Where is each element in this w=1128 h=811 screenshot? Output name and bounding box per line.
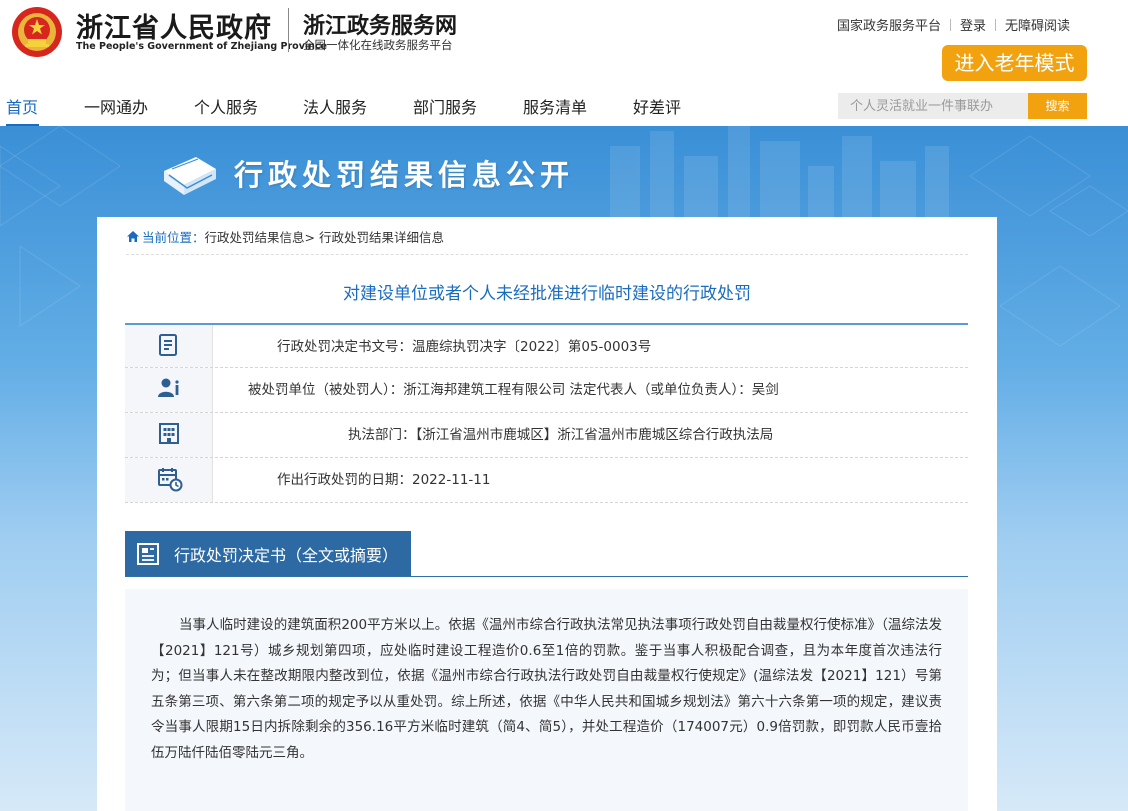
divider bbox=[949, 18, 951, 31]
info-table: 行政处罚决定书文号：温鹿综执罚决字〔2022〕第05-0003号 被处罚单位（被… bbox=[125, 323, 968, 503]
breadcrumb-path[interactable]: 行政处罚结果信息> 行政处罚结果详细信息 bbox=[205, 227, 444, 246]
gov-title: 浙江省人民政府 bbox=[76, 13, 272, 44]
document-section-header: 行政处罚决定书（全文或摘要） bbox=[125, 531, 968, 577]
divider bbox=[126, 254, 968, 255]
punished-party: 被处罚单位（被处罚人）：浙江海邦建筑工程有限公司 法定代表人（或单位负责人）：吴… bbox=[248, 382, 779, 398]
content-card: 当前位置： 行政处罚结果信息> 行政处罚结果详细信息 对建设单位或者个人未经批准… bbox=[97, 217, 997, 811]
nav-item-personal[interactable]: 个人服务 bbox=[194, 94, 258, 118]
accessibility-link[interactable]: 无障碍阅读 bbox=[1005, 15, 1070, 34]
home-icon bbox=[127, 231, 139, 242]
document-body: 当事人临时建设的建筑面积200平方米以上。依据《温州市综合行政执法常见执法事项行… bbox=[125, 589, 968, 811]
search-button[interactable]: 搜索 bbox=[1028, 93, 1087, 119]
document-list-icon bbox=[137, 542, 159, 565]
user-info-icon bbox=[158, 378, 179, 397]
logo-divider bbox=[288, 8, 289, 52]
service-title: 浙江政务服务网 bbox=[303, 13, 458, 39]
enforcement-department: 执法部门：【浙江省温州市鹿城区】浙江省温州市鹿城区综合行政执法局 bbox=[348, 427, 774, 443]
info-row-punished-party: 被处罚单位（被处罚人）：浙江海邦建筑工程有限公司 法定代表人（或单位负责人）：吴… bbox=[125, 368, 968, 413]
nav-item-home[interactable]: 首页 bbox=[6, 94, 38, 118]
top-links: 国家政务服务平台 登录 无障碍阅读 bbox=[837, 15, 1070, 34]
nav-item-corporate[interactable]: 法人服务 bbox=[303, 94, 367, 118]
book-icon bbox=[164, 157, 216, 195]
icon-cell bbox=[125, 368, 213, 412]
document-icon bbox=[159, 334, 177, 356]
nav-item-service-list[interactable]: 服务清单 bbox=[523, 94, 587, 118]
icon-cell bbox=[125, 325, 213, 367]
breadcrumb-label: 当前位置： bbox=[142, 230, 205, 245]
service-subtitle: 全国一体化在线政务服务平台 bbox=[303, 38, 453, 52]
login-link[interactable]: 登录 bbox=[960, 15, 986, 34]
banner-title: 行政处罚结果信息公开 bbox=[234, 158, 575, 192]
search-input[interactable] bbox=[838, 93, 1028, 119]
info-row-department: 执法部门：【浙江省温州市鹿城区】浙江省温州市鹿城区综合行政执法局 bbox=[125, 413, 968, 458]
nav-item-one-stop[interactable]: 一网通办 bbox=[84, 94, 148, 118]
page-title: 对建设单位或者个人未经批准进行临时建设的行政处罚 bbox=[343, 284, 751, 304]
tab-decision-document[interactable]: 行政处罚决定书（全文或摘要） bbox=[125, 531, 411, 576]
decision-date: 作出行政处罚的日期：2022-11-11 bbox=[277, 472, 491, 488]
site-header: 浙江省人民政府 The People's Government of Zheji… bbox=[0, 0, 1128, 81]
gov-subtitle: The People's Government of Zhejiang Prov… bbox=[76, 41, 327, 52]
tab-label: 行政处罚决定书（全文或摘要） bbox=[174, 545, 399, 565]
decision-number: 行政处罚决定书文号：温鹿综执罚决字〔2022〕第05-0003号 bbox=[277, 339, 652, 355]
divider bbox=[994, 18, 996, 31]
nav-item-rating[interactable]: 好差评 bbox=[633, 94, 681, 118]
elder-mode-button[interactable]: 进入老年模式 bbox=[942, 45, 1087, 81]
info-row-decision-no: 行政处罚决定书文号：温鹿综执罚决字〔2022〕第05-0003号 bbox=[125, 323, 968, 368]
national-emblem-icon bbox=[12, 7, 62, 57]
icon-cell bbox=[125, 458, 213, 502]
nav-item-department[interactable]: 部门服务 bbox=[413, 94, 477, 118]
breadcrumb: 当前位置： 行政处罚结果信息> 行政处罚结果详细信息 bbox=[126, 227, 444, 246]
info-row-date: 作出行政处罚的日期：2022-11-11 bbox=[125, 458, 968, 503]
building-icon bbox=[159, 423, 179, 444]
national-platform-link[interactable]: 国家政务服务平台 bbox=[837, 15, 941, 34]
icon-cell bbox=[125, 413, 213, 457]
calendar-icon bbox=[158, 468, 183, 492]
